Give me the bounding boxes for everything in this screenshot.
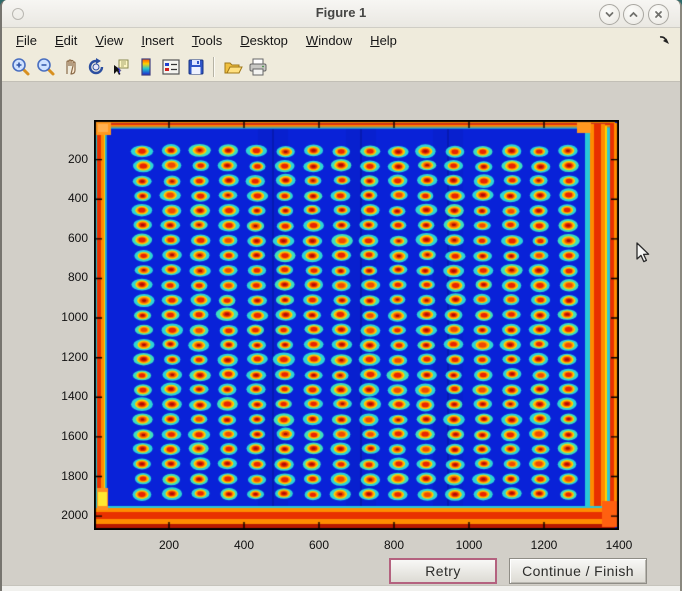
- open-folder-icon: [223, 57, 243, 77]
- y-tick-label: 2000: [40, 508, 88, 522]
- x-tick-label: 1400: [597, 538, 641, 552]
- mouse-cursor-icon: [636, 242, 652, 269]
- retry-button[interactable]: Retry: [389, 558, 497, 584]
- pan-hand-icon: [61, 57, 81, 77]
- colorbar-icon: [136, 57, 156, 77]
- x-tick-label: 1200: [522, 538, 566, 552]
- zoom-in-icon: [11, 57, 31, 77]
- figure-canvas-area: 200 400 600 800 1000 1200 1400 200 400 600 800 1000…: [2, 81, 680, 587]
- maximize-button[interactable]: [623, 4, 644, 25]
- microarray-heatmap-plot[interactable]: [94, 120, 619, 530]
- dock-figure-arrow-icon[interactable]: [657, 33, 671, 52]
- open-file-button[interactable]: [220, 55, 245, 79]
- pan-button[interactable]: [58, 55, 83, 79]
- insert-legend-icon: [161, 57, 181, 77]
- x-tick-label: 400: [222, 538, 266, 552]
- figure-toolbar: [2, 52, 680, 81]
- x-tick-label: 800: [372, 538, 416, 552]
- print-button[interactable]: [245, 55, 270, 79]
- menu-help[interactable]: Help: [370, 33, 397, 48]
- y-tick-label: 1600: [40, 429, 88, 443]
- zoom-out-button[interactable]: [33, 55, 58, 79]
- menu-insert[interactable]: Insert: [141, 33, 174, 48]
- menu-file[interactable]: File: [16, 33, 37, 48]
- menu-bar: File Edit View Insert Tools Desktop Wind…: [2, 28, 680, 52]
- y-tick-label: 600: [40, 231, 88, 245]
- data-cursor-button[interactable]: [108, 55, 133, 79]
- save-icon: [186, 57, 206, 77]
- y-tick-label: 1200: [40, 350, 88, 364]
- rotate-3d-icon: [86, 57, 106, 77]
- colorbar-button[interactable]: [133, 55, 158, 79]
- close-button[interactable]: [648, 4, 669, 25]
- x-tick-label: 1000: [447, 538, 491, 552]
- x-tick-label: 200: [147, 538, 191, 552]
- print-icon: [248, 57, 268, 77]
- figure-window: Figure 1 File Edit View Insert Tools Des…: [0, 0, 682, 591]
- zoom-in-button[interactable]: [8, 55, 33, 79]
- chevron-up-icon: [628, 9, 639, 20]
- menu-window[interactable]: Window: [306, 33, 352, 48]
- x-icon: [653, 9, 664, 20]
- y-tick-label: 200: [40, 152, 88, 166]
- menu-edit[interactable]: Edit: [55, 33, 77, 48]
- x-tick-label: 600: [297, 538, 341, 552]
- window-title: Figure 1: [2, 5, 680, 20]
- title-bar[interactable]: Figure 1: [2, 0, 680, 28]
- data-cursor-icon: [111, 57, 131, 77]
- y-tick-label: 1800: [40, 469, 88, 483]
- rotate-3d-button[interactable]: [83, 55, 108, 79]
- y-tick-label: 1000: [40, 310, 88, 324]
- y-tick-label: 1400: [40, 389, 88, 403]
- continue-finish-button[interactable]: Continue / Finish: [509, 558, 647, 584]
- chevron-down-icon: [604, 9, 615, 20]
- menu-tools[interactable]: Tools: [192, 33, 222, 48]
- toolbar-separator: [213, 57, 215, 77]
- menu-view[interactable]: View: [95, 33, 123, 48]
- minimize-button[interactable]: [599, 4, 620, 25]
- y-tick-label: 400: [40, 191, 88, 205]
- menu-desktop[interactable]: Desktop: [240, 33, 288, 48]
- y-tick-label: 800: [40, 270, 88, 284]
- window-bottom-edge: [2, 585, 680, 591]
- zoom-out-icon: [36, 57, 56, 77]
- insert-legend-button[interactable]: [158, 55, 183, 79]
- save-button[interactable]: [183, 55, 208, 79]
